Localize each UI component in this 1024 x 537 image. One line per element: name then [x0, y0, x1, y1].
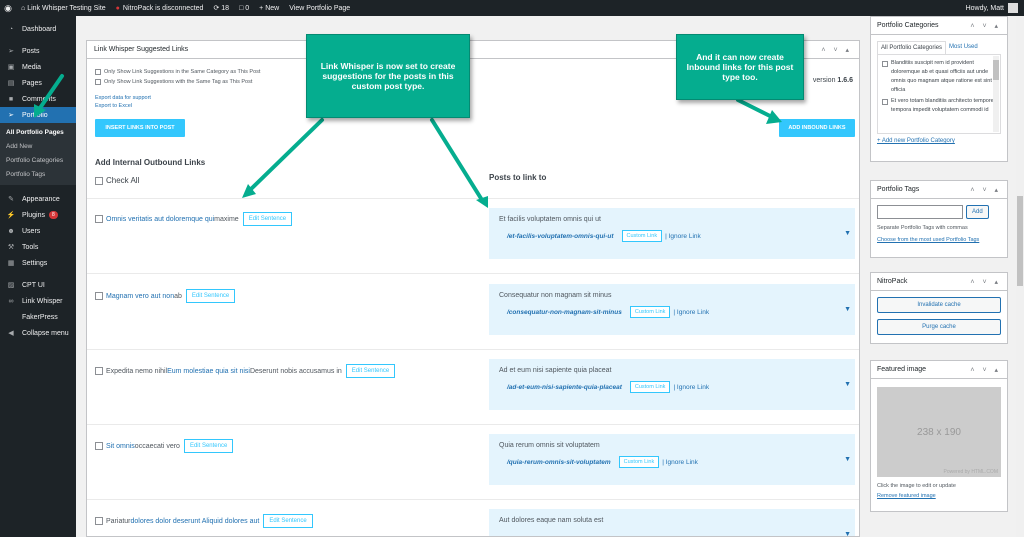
- box-toggle-icons[interactable]: ˄ ˅ ▴: [970, 22, 1001, 30]
- box-header: Portfolio Categories ˄ ˅ ▴: [871, 17, 1007, 35]
- page-scrollbar[interactable]: [1016, 16, 1024, 537]
- featured-note: Click the image to edit or update: [877, 483, 956, 489]
- category-label: Blanditiis suscipit rem id provident dol…: [891, 60, 992, 93]
- arrow-inbound: [736, 98, 772, 118]
- category-item[interactable]: Et vero totam blanditiis architecto temp…: [882, 97, 996, 115]
- box-title: Featured image: [877, 366, 927, 373]
- remove-featured-image-link[interactable]: Remove featured image: [871, 489, 1007, 505]
- tag-input[interactable]: [877, 205, 963, 219]
- featured-image-box: Featured image ˄ ˅ ▴ 238 x 190 Powered by …: [870, 360, 1008, 512]
- arrow-portfolio: [38, 74, 64, 110]
- portfolio-tags-box: Portfolio Tags ˄ ˅ ▴ Add Separate Portfol…: [870, 180, 1008, 258]
- image-placeholder-text: 238 x 190: [917, 426, 961, 438]
- box-title: NitroPack: [877, 278, 908, 285]
- category-label: Et vero totam blanditiis architecto temp…: [891, 98, 994, 113]
- checkbox[interactable]: [882, 61, 888, 67]
- image-watermark: Powered by HTML.COM: [943, 469, 998, 475]
- checkbox[interactable]: [882, 99, 888, 105]
- add-new-category-link[interactable]: + Add new Portfolio Category: [871, 134, 1007, 148]
- box-header: Featured image ˄ ˅ ▴: [871, 361, 1007, 379]
- box-toggle-icons[interactable]: ˄ ˅ ▴: [970, 186, 1001, 194]
- invalidate-cache-button[interactable]: Invalidate cache: [877, 297, 1001, 313]
- callout-inbound: And it can now create Inbound links for …: [676, 34, 804, 100]
- category-scrollbar[interactable]: [993, 56, 999, 132]
- choose-tags-link[interactable]: Choose from the most used Portfolio Tags: [871, 231, 1007, 249]
- portfolio-categories-box: Portfolio Categories ˄ ˅ ▴ All Portfolio …: [870, 16, 1008, 162]
- box-title: Portfolio Categories: [877, 22, 939, 29]
- box-toggle-icons[interactable]: ˄ ˅ ▴: [970, 366, 1001, 374]
- arrow-posts: [430, 118, 484, 202]
- box-header: Portfolio Tags ˄ ˅ ▴: [871, 181, 1007, 199]
- tab-most-used[interactable]: Most Used: [946, 41, 981, 54]
- arrow-outbound: [248, 118, 324, 192]
- category-tabs: All Portfolio Categories Most Used: [871, 35, 1007, 54]
- box-title: Portfolio Tags: [877, 186, 920, 193]
- nitropack-box: NitroPack ˄ ˅ ▴ Invalidate cache Purge ca…: [870, 272, 1008, 344]
- category-list: Blanditiis suscipit rem id provident dol…: [877, 54, 1001, 134]
- category-item[interactable]: Blanditiis suscipit rem id provident dol…: [882, 59, 996, 95]
- purge-cache-button[interactable]: Purge cache: [877, 319, 1001, 335]
- add-tag-button[interactable]: Add: [966, 205, 989, 219]
- featured-image[interactable]: 238 x 190 Powered by HTML.COM: [877, 387, 1001, 477]
- box-header: NitroPack ˄ ˅ ▴: [871, 273, 1007, 291]
- callout-outbound: Link Whisper is now set to create sugges…: [306, 34, 470, 118]
- box-toggle-icons[interactable]: ˄ ˅ ▴: [970, 278, 1001, 286]
- tab-all-categories[interactable]: All Portfolio Categories: [877, 41, 947, 54]
